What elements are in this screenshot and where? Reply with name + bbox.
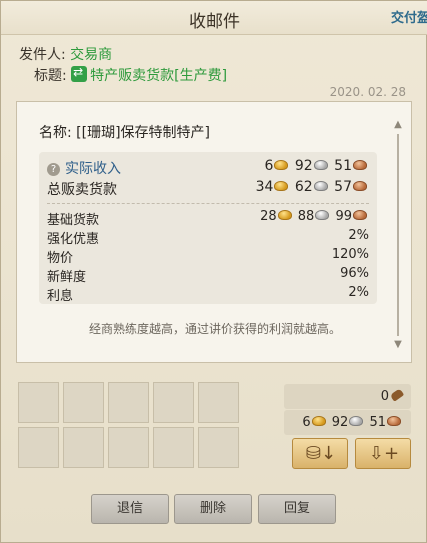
reply-button[interactable]: 回复 bbox=[258, 494, 336, 524]
actual-income-copper: 51 bbox=[334, 158, 352, 174]
interest-row: 利息 2% bbox=[47, 285, 369, 304]
price-index-row: 物价 120% bbox=[47, 247, 369, 266]
take-all-button[interactable]: ⇩+ bbox=[355, 438, 411, 469]
base-price-silver: 88 bbox=[297, 209, 315, 224]
deliver-button[interactable]: 交付盔 bbox=[391, 7, 427, 26]
tray-download-plus-icon: ⇩+ bbox=[368, 443, 400, 464]
return-button[interactable]: 退信 bbox=[91, 494, 169, 524]
divider bbox=[47, 203, 369, 204]
attachment-slot[interactable] bbox=[108, 427, 149, 468]
silver-coin-icon bbox=[313, 160, 328, 170]
total-sale-row: 总贩卖货款 34 62 57 bbox=[47, 179, 369, 198]
stat-label: 新鲜度 bbox=[47, 270, 87, 285]
money-gold: 6 bbox=[302, 415, 311, 430]
stat-value: 120% bbox=[331, 247, 369, 262]
silver-coin-icon bbox=[315, 210, 330, 220]
subject-text: 特产贩卖货款[生产费] bbox=[90, 68, 228, 84]
base-price-row: 基础货款 28 88 99 bbox=[47, 209, 369, 228]
copper-coin-icon bbox=[353, 181, 367, 191]
scroll-up-icon[interactable]: ▲ bbox=[393, 120, 403, 130]
silver-coin-icon bbox=[349, 416, 364, 426]
sender-row: 发件人: 交易商 bbox=[19, 44, 112, 64]
attachment-slot[interactable] bbox=[108, 382, 149, 423]
actual-income-silver: 92 bbox=[294, 158, 313, 174]
copper-coin-icon bbox=[353, 160, 367, 170]
total-sale-gold: 34 bbox=[255, 179, 274, 195]
attached-money-display: 6 92 51 bbox=[284, 410, 411, 435]
money-copper: 51 bbox=[369, 415, 386, 430]
base-price-copper: 99 bbox=[335, 209, 352, 224]
mail-date: 2020. 02. 28 bbox=[329, 85, 406, 99]
stamp-icon bbox=[389, 388, 405, 402]
attachment-slot[interactable] bbox=[198, 382, 239, 423]
attachment-slot[interactable] bbox=[153, 427, 194, 468]
gold-coin-icon bbox=[274, 160, 289, 170]
money-silver: 92 bbox=[331, 415, 349, 430]
actual-income-row: ? 实际收入 6 92 51 bbox=[47, 158, 369, 177]
item-name-value: [[珊瑚]保存特制特产] bbox=[76, 125, 211, 141]
price-breakdown: ? 实际收入 6 92 51 总贩卖货款 34 62 57 基础货款 28 88… bbox=[39, 152, 377, 304]
freshness-row: 新鲜度 96% bbox=[47, 266, 369, 285]
attachment-slot[interactable] bbox=[18, 427, 59, 468]
stat-label: 强化优惠 bbox=[47, 232, 100, 247]
actual-income-label: 实际收入 bbox=[65, 161, 121, 177]
gold-coin-icon bbox=[311, 416, 326, 426]
copper-coin-icon bbox=[353, 210, 367, 220]
attachment-slot[interactable] bbox=[198, 427, 239, 468]
subject-label: 标题: bbox=[34, 68, 67, 84]
stat-value: 2% bbox=[348, 228, 369, 243]
postage-amount: 0 bbox=[380, 389, 389, 404]
copper-coin-icon bbox=[387, 416, 401, 426]
total-sale-silver: 62 bbox=[294, 179, 313, 195]
scrollbar[interactable]: ▲ ▼ bbox=[393, 120, 403, 350]
delete-button[interactable]: 删除 bbox=[174, 494, 252, 524]
mail-body-panel: 名称: [[珊瑚]保存特制特产] ? 实际收入 6 92 51 总贩卖货款 34 … bbox=[16, 101, 412, 363]
sender-name: 交易商 bbox=[70, 47, 113, 63]
base-price-gold: 28 bbox=[260, 209, 277, 224]
base-price-label: 基础货款 bbox=[47, 213, 100, 228]
attachment-slot[interactable] bbox=[153, 382, 194, 423]
sender-label: 发件人: bbox=[19, 47, 66, 63]
silver-coin-icon bbox=[313, 181, 328, 191]
stat-value: 96% bbox=[340, 266, 369, 281]
actual-income-gold: 6 bbox=[264, 158, 274, 174]
stat-label: 利息 bbox=[47, 289, 74, 304]
gold-coin-icon bbox=[274, 181, 289, 191]
attachment-slot[interactable] bbox=[18, 382, 59, 423]
attachment-slot[interactable] bbox=[63, 382, 104, 423]
hint-text: 经商熟练度越高，通过讲价获得的利润就越高。 bbox=[88, 322, 341, 336]
window-title: 收邮件 bbox=[189, 12, 240, 32]
trade-icon bbox=[71, 65, 88, 82]
title-bar: 收邮件 交付盔 bbox=[1, 1, 427, 35]
enhance-discount-row: 强化优惠 2% bbox=[47, 228, 369, 247]
scroll-down-icon[interactable]: ▼ bbox=[393, 340, 403, 350]
help-icon[interactable]: ? bbox=[47, 163, 60, 176]
postage-display: 0 bbox=[284, 384, 411, 409]
item-name-label: 名称: bbox=[39, 125, 72, 141]
subject-row: 标题: 特产贩卖货款[生产费] bbox=[34, 65, 227, 85]
stat-value: 2% bbox=[348, 285, 369, 300]
coin-stack-download-icon: ⛁↓ bbox=[305, 443, 337, 464]
gold-coin-icon bbox=[277, 210, 292, 220]
item-name-row: 名称: [[珊瑚]保存特制特产] bbox=[39, 122, 210, 142]
total-sale-copper: 57 bbox=[334, 179, 352, 195]
total-sale-label: 总贩卖货款 bbox=[47, 182, 117, 198]
attachment-slot[interactable] bbox=[63, 427, 104, 468]
take-money-button[interactable]: ⛁↓ bbox=[292, 438, 348, 469]
scroll-track[interactable] bbox=[397, 134, 399, 336]
stat-label: 物价 bbox=[47, 251, 74, 266]
mail-window: 收邮件 交付盔 发件人: 交易商 标题: 特产贩卖货款[生产费] 2020. 0… bbox=[0, 0, 427, 543]
